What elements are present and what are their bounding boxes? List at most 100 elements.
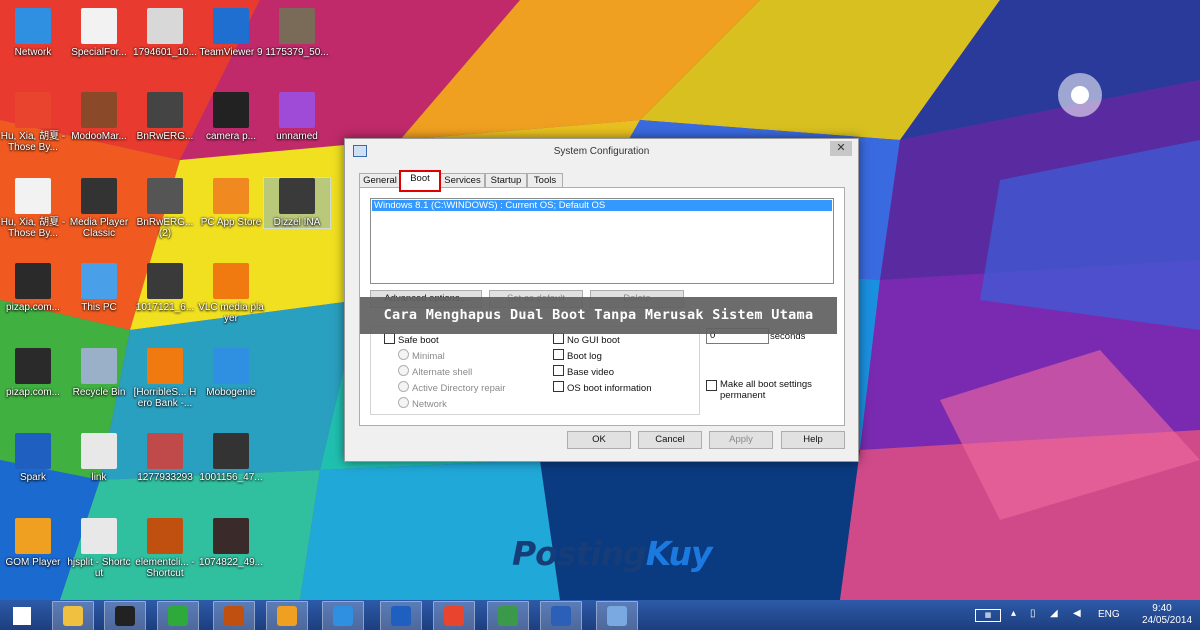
- os-list-item[interactable]: Windows 8.1 (C:\WINDOWS) : Current OS; D…: [372, 200, 832, 211]
- taskbar-button[interactable]: [322, 601, 364, 631]
- clock[interactable]: 9:40 24/05/2014: [1142, 603, 1192, 627]
- taskbar-button[interactable]: [487, 601, 529, 631]
- taskbar-button[interactable]: [540, 601, 582, 631]
- desktop-icon[interactable]: 1017121_6...: [132, 263, 198, 313]
- tab-boot[interactable]: Boot: [399, 170, 441, 192]
- tab-startup[interactable]: Startup: [485, 173, 527, 188]
- desktop-icon[interactable]: hjsplit - Shortcut: [66, 518, 132, 579]
- taskbar-button[interactable]: [157, 601, 199, 631]
- os-listbox[interactable]: Windows 8.1 (C:\WINDOWS) : Current OS; D…: [370, 198, 834, 284]
- tab-general[interactable]: General: [359, 173, 401, 188]
- desktop-icon-label: unnamed: [276, 131, 318, 142]
- desktop-icon-label: This PC: [81, 302, 117, 313]
- taskbar-button[interactable]: [2, 601, 42, 629]
- desktop-icon[interactable]: 1277933293: [132, 433, 198, 483]
- tab-services[interactable]: Services: [440, 173, 485, 188]
- desktop-icon[interactable]: ModooMar...: [66, 92, 132, 142]
- base-video-label: Base video: [567, 367, 615, 378]
- photo-icon: [213, 433, 249, 469]
- desktop-icon[interactable]: 1074822_49...: [198, 518, 264, 568]
- ad-repair-radio[interactable]: Active Directory repair: [398, 381, 505, 394]
- taskbar-button[interactable]: [104, 601, 146, 631]
- desktop-icon[interactable]: 1175379_50...: [264, 8, 330, 58]
- desktop-icon[interactable]: BnRwERG...: [132, 92, 198, 142]
- image-icon: [279, 92, 315, 128]
- desktop-icon-label: BnRwERG...: [136, 131, 194, 142]
- media-player-icon: [81, 178, 117, 214]
- desktop-icon-label: Network: [14, 47, 52, 58]
- desktop-icon[interactable]: Mobogenie: [198, 348, 264, 398]
- desktop-icon[interactable]: Media Player Classic: [66, 178, 132, 239]
- ok-button[interactable]: OK: [567, 431, 631, 449]
- desktop-icon[interactable]: Network: [0, 8, 66, 58]
- network-radio[interactable]: Network: [398, 397, 447, 410]
- keyboard-icon[interactable]: ▦: [975, 609, 1001, 622]
- no-gui-boot-label: No GUI boot: [567, 335, 620, 346]
- desktop-icon[interactable]: Hu, Xia, 胡夏 - Those By...: [0, 92, 66, 153]
- no-gui-boot-checkbox[interactable]: No GUI boot: [553, 333, 620, 346]
- language-indicator[interactable]: ENG: [1098, 609, 1120, 620]
- safe-boot-checkbox[interactable]: Safe boot: [384, 333, 439, 346]
- desktop-icon-label: 1074822_49...: [199, 557, 263, 568]
- apply-button[interactable]: Apply: [709, 431, 773, 449]
- cancel-button[interactable]: Cancel: [638, 431, 702, 449]
- desktop-icon[interactable]: elementcli... - Shortcut: [132, 518, 198, 579]
- make-permanent-checkbox[interactable]: Make all boot settings permanent: [706, 379, 826, 401]
- mobogenie-icon: [333, 606, 353, 626]
- volume-icon[interactable]: ◀: [1073, 608, 1081, 619]
- image-icon: [147, 8, 183, 44]
- taskbar-button[interactable]: [213, 601, 255, 631]
- boot-log-checkbox[interactable]: Boot log: [553, 349, 602, 362]
- os-boot-information-checkbox[interactable]: OS boot information: [553, 381, 652, 394]
- chevron-up-icon[interactable]: ▴: [1011, 608, 1016, 619]
- desktop-icon[interactable]: SpecialFor...: [66, 8, 132, 58]
- music-app-icon: [444, 606, 464, 626]
- desktop-icon[interactable]: GOM Player: [0, 518, 66, 568]
- desktop-icon[interactable]: TeamViewer 9: [198, 8, 264, 58]
- desktop-icon[interactable]: Recycle Bin: [66, 348, 132, 398]
- taskbar-button[interactable]: [596, 601, 638, 631]
- tab-tools[interactable]: Tools: [527, 173, 563, 188]
- taskbar-button[interactable]: [380, 601, 422, 631]
- minimal-radio[interactable]: Minimal: [398, 349, 445, 362]
- desktop-icon-label: SpecialFor...: [71, 47, 127, 58]
- desktop-icon[interactable]: Dizzel INA: [263, 177, 331, 229]
- game-icon: [147, 518, 183, 554]
- desktop-icon[interactable]: unnamed: [264, 92, 330, 142]
- desktop-icon-label: Mobogenie: [206, 387, 256, 398]
- split-file-icon: [81, 518, 117, 554]
- taskbar-button[interactable]: [266, 601, 308, 631]
- dialog-titlebar[interactable]: System Configuration ✕: [345, 139, 858, 163]
- network-tray-icon[interactable]: ▯: [1030, 608, 1036, 619]
- help-button[interactable]: Help: [781, 431, 845, 449]
- desktop-icon[interactable]: camera p...: [198, 92, 264, 142]
- desktop-icon[interactable]: VLC media player: [198, 263, 264, 324]
- signal-icon[interactable]: ◢: [1050, 608, 1058, 619]
- desktop-icon[interactable]: BnRwERG... (2): [132, 178, 198, 239]
- desktop-icon[interactable]: pizap.com...: [0, 263, 66, 313]
- desktop-icon[interactable]: 1001156_47...: [198, 433, 264, 483]
- alternate-shell-radio[interactable]: Alternate shell: [398, 365, 472, 378]
- desktop-icon-label: camera p...: [205, 131, 257, 142]
- close-button[interactable]: ✕: [830, 141, 852, 156]
- desktop-icon[interactable]: pizap.com...: [0, 348, 66, 398]
- base-video-checkbox[interactable]: Base video: [553, 365, 614, 378]
- clock-time: 9:40: [1152, 603, 1172, 614]
- desktop-icon[interactable]: This PC: [66, 263, 132, 313]
- bbm-icon: [115, 606, 135, 626]
- desktop-icon[interactable]: link: [66, 433, 132, 483]
- dizzel-icon: [498, 606, 518, 626]
- text-file-icon: [81, 433, 117, 469]
- desktop-icon[interactable]: 1794601_10...: [132, 8, 198, 58]
- dialog-title: System Configuration: [553, 146, 650, 157]
- desktop-icon[interactable]: Spark: [0, 433, 66, 483]
- desktop-icon[interactable]: [HorribleS... Hero Bank -...: [132, 348, 198, 409]
- desktop-icon[interactable]: Hu, Xia, 胡夏 - Those By...: [0, 178, 66, 239]
- app-store-icon: [213, 178, 249, 214]
- desktop-icon-label: 1017121_6...: [135, 302, 195, 313]
- desktop-icon[interactable]: PC App Store: [198, 178, 264, 228]
- postingkuy-watermark: PostingKuy: [512, 534, 712, 573]
- article-title-banner: Cara Menghapus Dual Boot Tanpa Merusak S…: [360, 297, 837, 334]
- taskbar-button[interactable]: [52, 601, 94, 631]
- taskbar-button[interactable]: [433, 601, 475, 631]
